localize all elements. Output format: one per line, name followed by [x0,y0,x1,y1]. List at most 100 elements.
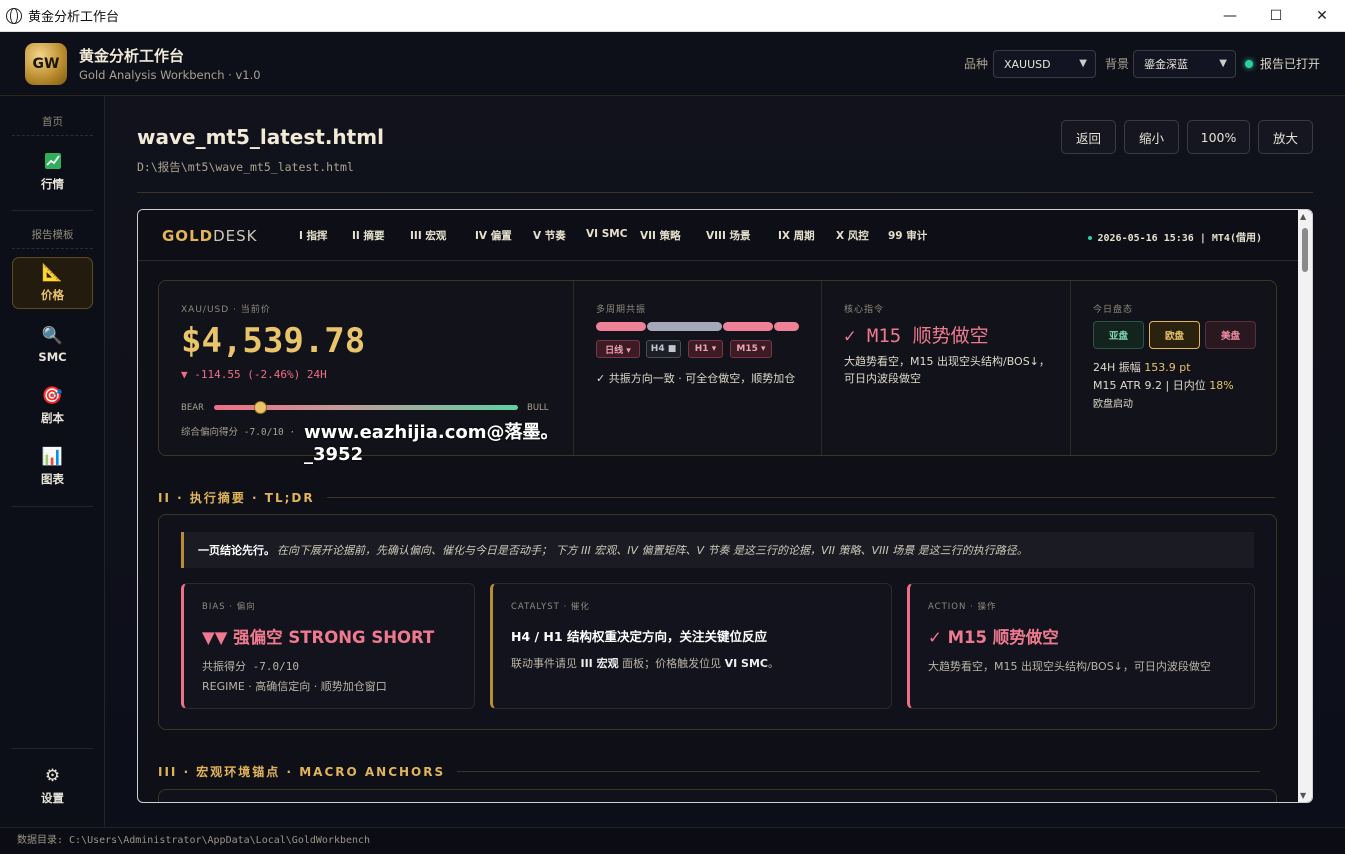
sidebar-item-smc[interactable]: 🔍 SMC [12,319,93,371]
price-change: ▼ -114.55 (-2.46%) 24H [181,368,327,381]
macro-panel [158,789,1277,802]
current-price: $4,539.78 [181,321,366,361]
app-title: 黄金分析工作台 [79,47,185,65]
timeframe-label: 多周期共振 [596,305,647,315]
status-dot-icon [1245,60,1253,68]
window-title: 黄金分析工作台 [28,10,120,25]
minimize-button[interactable]: — [1207,0,1253,32]
nav-item-command[interactable]: I 指挥 [299,228,328,243]
status-dot-icon [1087,236,1092,240]
chevron-down-icon: ▼ [1079,58,1087,69]
ruler-triangle-icon: 📐 [41,263,64,283]
app-header: GW 黄金分析工作台 Gold Analysis Workbench · v1.… [0,32,1345,96]
card-link-macro[interactable]: III 宏观 [581,657,619,670]
session-europe: 欧盘 [1149,321,1200,349]
core-description: 大趋势看空，M15 出现空头结构/BOS↓，可日内波段做空 [844,355,1050,385]
scroll-down-icon[interactable]: ▼ [1300,791,1306,800]
bias-score: 综合偏向得分 -7.0/10 · [181,427,296,438]
main-panel: wave_mt5_latest.html D:\报告\mt5\wave_mt5_… [105,96,1345,827]
section-rule [326,497,1275,498]
catalyst-card: CATALYST · 催化 H4 / H1 结构权重决定方向，关注关键位反应 联… [490,583,892,709]
report-scrollbar[interactable]: ▲ ▼ [1298,210,1312,802]
bar-chart-icon: 📊 [41,447,64,467]
report-viewer[interactable]: GOLDDESK I 指挥 II 摘要 III 宏观 IV 偏置 V 节奏 VI… [137,209,1313,803]
sidebar-item-label: 剧本 [41,411,64,425]
nav-item-scenario[interactable]: VIII 场景 [706,228,751,243]
card-label: ACTION · 操作 [928,602,997,612]
section-heading-summary: II · 执行摘要 · TL;DR [158,489,1275,506]
window-title-bar: 黄金分析工作台 — ☐ ✕ [0,0,1345,32]
bull-label: BULL [527,403,549,413]
sidebar-item-label: 设置 [41,791,64,805]
bear-label: BEAR [181,403,204,413]
card-text: 联动事件请见 [511,657,581,670]
chevron-down-icon: ▼ [1219,58,1227,69]
report-nav: GOLDDESK I 指挥 II 摘要 III 宏观 IV 偏置 V 节奏 VI… [138,210,1300,261]
card-line: 共振得分 -7.0/10 [202,660,299,673]
session-asia: 亚盘 [1093,321,1144,349]
nav-item-bias[interactable]: IV 偏置 [475,228,512,243]
intraday-position-value: 18% [1209,379,1234,392]
report-timestamp: 2026-05-16 15:36 | MT4(借用) [1097,233,1263,244]
session-us: 美盘 [1205,321,1256,349]
maximize-button[interactable]: ☐ [1253,0,1299,32]
price-panel: XAU/USD · 当前价 $4,539.78 ▼ -114.55 (-2.46… [159,281,574,465]
nav-item-macro[interactable]: III 宏观 [410,228,446,243]
scroll-up-icon[interactable]: ▲ [1300,212,1306,221]
quote-text: 在向下展开论据前，先确认偏向、催化与今日是否动手； 下方 III 宏观、IV 偏… [277,544,1028,557]
timeframe-chip-d1: 日线 ▾ [596,340,640,358]
nav-item-cycle[interactable]: IX 周期 [778,228,815,243]
nav-item-summary[interactable]: II 摘要 [352,228,384,243]
amplitude-row: 24H 振幅 153.9 pt [1093,359,1191,375]
symbol-select[interactable]: XAUUSD ▼ [993,50,1096,78]
card-title: H4 / H1 结构权重决定方向，关注关键位反应 [511,629,767,644]
back-button[interactable]: 返回 [1061,120,1116,154]
card-link-smc[interactable]: VI SMC [725,657,768,670]
sidebar-section-home: 首页 [12,114,93,136]
core-command-panel: 核心指令 ✓ M15 顺势做空 大趋势看空，M15 出现空头结构/BOS↓，可日… [822,281,1071,455]
close-button[interactable]: ✕ [1299,0,1345,32]
zoom-level-button[interactable]: 100% [1187,120,1250,154]
nav-item-strategy[interactable]: VII 策略 [640,228,681,243]
card-line: 联动事件请见 III 宏观 面板；价格触发位见 VI SMC。 [511,655,779,671]
nav-item-risk[interactable]: X 风控 [836,228,869,243]
sidebar-item-charts[interactable]: 📊 图表 [12,441,93,493]
card-text: 面板；价格触发位见 [618,657,725,670]
nav-item-smc[interactable]: VI SMC [586,228,627,240]
timeframe-panel: 多周期共振 日线 ▾ H4 ■ H1 ▾ M15 ▾ ✓ 共振方向一致 · 可全… [574,281,822,455]
background-select[interactable]: 鎏金深蓝 ▼ [1133,50,1236,78]
timeframe-chip-h4: H4 ■ [646,340,681,358]
brand-gold: GOLD [162,227,214,245]
background-label: 背景 [1105,57,1130,71]
sidebar-item-price[interactable]: 📐 价格 [12,257,93,309]
sidebar-divider [12,506,93,507]
brand-desk: DESK [213,227,258,245]
sidebar-item-playbook[interactable]: 🎯 剧本 [12,380,93,432]
target-icon: 🎯 [41,386,64,406]
timeframe-bar-m15 [774,322,799,331]
timeframe-note: ✓ 共振方向一致 · 可全仓做空，顺势加仓 [596,372,796,385]
app-logo: GW [25,43,67,85]
session-note: 欧盘启动 [1093,399,1133,410]
quote-bold: 一页结论先行。 [198,544,275,557]
nav-item-rhythm[interactable]: V 节奏 [533,228,566,243]
background-select-value: 鎏金深蓝 [1144,58,1188,71]
divider [137,192,1313,193]
sidebar-item-label: SMC [38,350,67,364]
section-heading-macro: III · 宏观环境锚点 · MACRO ANCHORS [158,763,1261,780]
amplitude-value: 153.9 pt [1144,361,1191,374]
section-title: II · 执行摘要 · TL;DR [158,491,315,505]
sidebar-item-market[interactable]: 行情 [12,146,93,198]
nav-item-audit[interactable]: 99 审计 [888,228,927,243]
atr-label: M15 ATR 9.2 | 日内位 [1093,379,1206,392]
section-rule [457,771,1261,772]
sidebar-item-settings[interactable]: ⚙ 设置 [12,760,93,812]
atr-row: M15 ATR 9.2 | 日内位 18% [1093,377,1234,393]
zoom-in-button[interactable]: 放大 [1258,120,1313,154]
card-title: ✓ M15 顺势做空 [928,628,1059,647]
timeframe-bar-d1 [596,322,646,331]
zoom-out-button[interactable]: 缩小 [1124,120,1179,154]
document-path: D:\报告\mt5\wave_mt5_latest.html [137,160,354,174]
scrollbar-thumb[interactable] [1302,228,1308,272]
action-card: ACTION · 操作 ✓ M15 顺势做空 大趋势看空，M15 出现空头结构/… [907,583,1255,709]
